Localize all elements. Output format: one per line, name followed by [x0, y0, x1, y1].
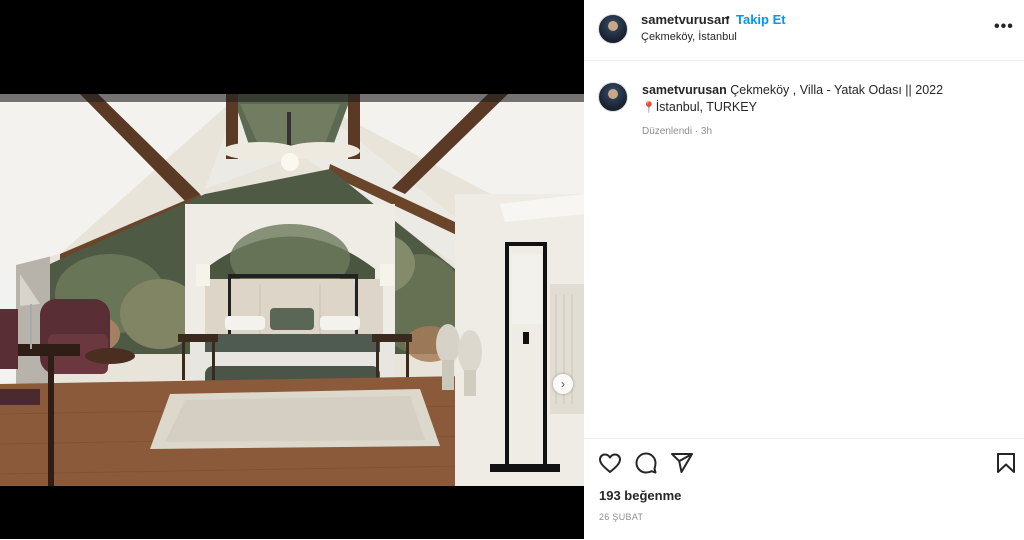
more-options-icon[interactable]: •••	[994, 18, 1014, 36]
location-link[interactable]: Çekmeköy, İstanbul	[641, 31, 737, 43]
bedroom-photo	[0, 94, 584, 486]
header-username[interactable]: sametvurusan	[641, 12, 729, 27]
post-photo[interactable]: ›	[0, 94, 584, 486]
caption-line2: İstanbul, TURKEY	[655, 100, 757, 114]
save-button[interactable]	[994, 451, 1018, 475]
caption-avatar[interactable]	[598, 82, 628, 112]
comment-icon	[635, 452, 657, 474]
follow-button[interactable]: Takip Et	[736, 12, 786, 27]
media-pane: ›	[0, 0, 584, 539]
post-date[interactable]: 26 ŞUBAT	[599, 512, 643, 522]
separator-dot: •	[726, 12, 730, 24]
post-header: sametvurusan • Takip Et Çekmeköy, İstanb…	[584, 0, 1024, 61]
likes-count[interactable]: 193 beğenme	[599, 488, 681, 503]
caption-meta: Düzenlendi · 3h	[642, 126, 713, 137]
pin-icon: 📍	[642, 102, 656, 114]
next-slide-button[interactable]: ›	[553, 374, 573, 394]
action-bar: 193 beğenme 26 ŞUBAT	[584, 438, 1024, 540]
like-button[interactable]	[598, 451, 622, 475]
post-sidebar: sametvurusan • Takip Et Çekmeköy, İstanb…	[584, 0, 1024, 539]
heart-icon	[599, 453, 621, 473]
share-button[interactable]	[670, 451, 694, 475]
chevron-right-icon: ›	[561, 377, 565, 391]
caption-line1: Çekmeköy , Villa - Yatak Odası || 2022	[726, 83, 944, 97]
avatar[interactable]	[598, 14, 628, 44]
caption-text: sametvurusan Çekmeköy , Villa - Yatak Od…	[642, 82, 1012, 117]
caption-username[interactable]: sametvurusan	[642, 83, 727, 97]
bookmark-icon	[997, 453, 1015, 473]
paper-plane-icon	[671, 453, 693, 473]
comment-button[interactable]	[634, 451, 658, 475]
